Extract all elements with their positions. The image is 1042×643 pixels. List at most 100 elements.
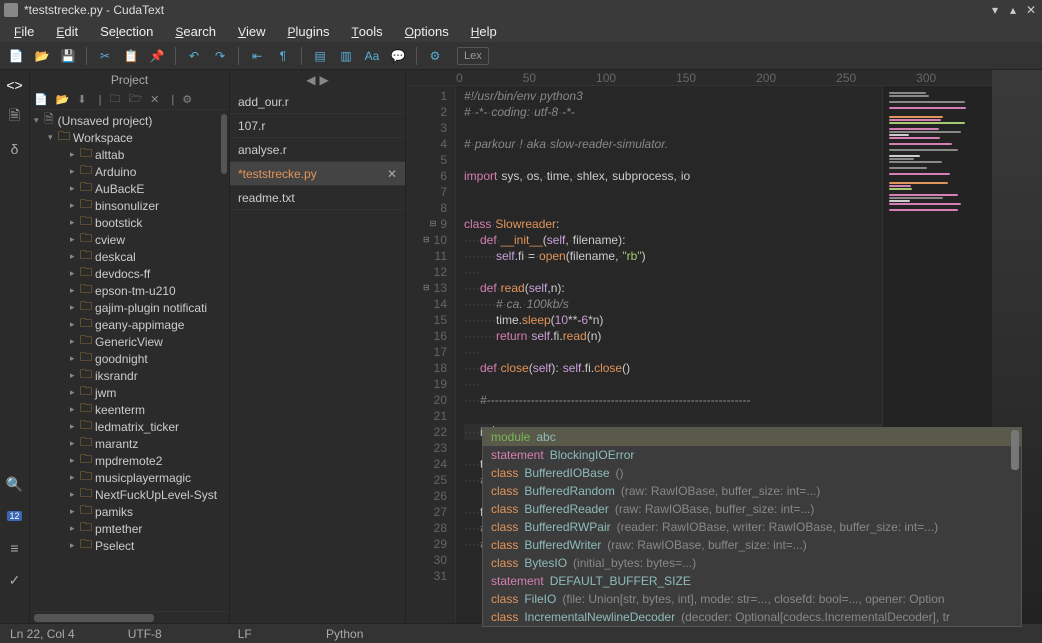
chevron-left-icon[interactable]: ◀: [306, 73, 315, 87]
tree-item[interactable]: ▸🗀jwm: [30, 384, 229, 401]
menubar: FileEditSelectionSearchViewPluginsToolsO…: [0, 20, 1042, 42]
chevron-right-icon[interactable]: ▶: [320, 73, 329, 87]
tree-item[interactable]: ▸🗀pamiks: [30, 503, 229, 520]
maximize-button[interactable]: ▴: [1006, 3, 1020, 17]
autocomplete-item[interactable]: statement DEFAULT_BUFFER_SIZE: [483, 572, 1021, 590]
comment-icon[interactable]: 💬: [388, 46, 408, 66]
menu-file[interactable]: File: [4, 22, 44, 41]
tree-item[interactable]: ▸🗀mpdremote2: [30, 452, 229, 469]
tree-item[interactable]: ▸🗀Pselect: [30, 537, 229, 554]
paste-icon[interactable]: 📌: [147, 46, 167, 66]
tree-item[interactable]: ▸🗀NextFuckUpLevel-Syst: [30, 486, 229, 503]
open-file-tab[interactable]: *teststrecke.py✕: [230, 162, 405, 186]
autocomplete-item[interactable]: class BufferedRWPair (reader: RawIOBase,…: [483, 518, 1021, 536]
minimap-icon[interactable]: ▤: [310, 46, 330, 66]
autocomplete-item[interactable]: class IncrementalNewlineDecoder (decoder…: [483, 608, 1021, 626]
tree-scrollbar[interactable]: [221, 114, 227, 174]
tree-item[interactable]: ▸🗀iksrandr: [30, 367, 229, 384]
tree-item[interactable]: ▸🗀keenterm: [30, 401, 229, 418]
undo-icon[interactable]: ↶: [184, 46, 204, 66]
autocomplete-scrollbar[interactable]: [1011, 430, 1019, 470]
gutter[interactable]: 12345678⊟9⊟101112⊟1314151617181920212223…: [406, 86, 456, 623]
tree-item[interactable]: ▾🗀Workspace: [30, 129, 229, 146]
sidebar-icon[interactable]: ▥: [336, 46, 356, 66]
autocomplete-popup[interactable]: module abc statement BlockingIOError cla…: [482, 427, 1022, 627]
autocomplete-item[interactable]: module abc: [483, 428, 1021, 446]
settings-icon[interactable]: ⚙: [425, 46, 445, 66]
menu-edit[interactable]: Edit: [46, 22, 88, 41]
tree-item[interactable]: ▸🗀Arduino: [30, 163, 229, 180]
save-icon[interactable]: 💾: [58, 46, 78, 66]
open-folder-icon[interactable]: 📂: [56, 93, 70, 106]
settings-icon[interactable]: ⚙: [182, 93, 192, 106]
menu-help[interactable]: Help: [461, 22, 507, 41]
remove-icon[interactable]: 🗁: [128, 90, 142, 109]
tree-item[interactable]: ▸🗀GenericView: [30, 333, 229, 350]
tree-item[interactable]: ▸🗀deskcal: [30, 248, 229, 265]
new-folder-icon[interactable]: 📄: [34, 93, 48, 106]
autocomplete-item[interactable]: class BufferedWriter (raw: RawIOBase, bu…: [483, 536, 1021, 554]
tree-item[interactable]: ▸🗀ledmatrix_ticker: [30, 418, 229, 435]
tree-item[interactable]: ▸🗀AuBackE: [30, 180, 229, 197]
autocomplete-item[interactable]: class BytesIO (initial_bytes: bytes=...): [483, 554, 1021, 572]
menu-selection[interactable]: Selection: [90, 22, 163, 41]
save-project-icon[interactable]: ⬇: [77, 93, 86, 106]
delta-icon[interactable]: δ: [6, 140, 24, 158]
close-button[interactable]: ✕: [1024, 3, 1038, 17]
tree-item[interactable]: ▸🗀marantz: [30, 435, 229, 452]
open-file-icon[interactable]: 📂: [32, 46, 52, 66]
open-file-tab[interactable]: readme.txt: [230, 186, 405, 210]
tree-item[interactable]: ▸🗀goodnight: [30, 350, 229, 367]
language[interactable]: Python: [315, 627, 375, 641]
code-tree-icon[interactable]: <>: [6, 76, 24, 94]
redo-icon[interactable]: ↷: [210, 46, 230, 66]
tree-hscroll[interactable]: [30, 611, 229, 623]
new-file-icon[interactable]: 📄: [6, 46, 26, 66]
tree-item[interactable]: ▸🗀alttab: [30, 146, 229, 163]
menu-tools[interactable]: Tools: [341, 22, 392, 41]
lexer-label[interactable]: Lex: [457, 47, 489, 65]
separator: [416, 47, 417, 65]
menu-plugins[interactable]: Plugins: [277, 22, 339, 41]
open-file-tab[interactable]: 107.r: [230, 114, 405, 138]
autocomplete-item[interactable]: statement BlockingIOError: [483, 446, 1021, 464]
line-ending[interactable]: LF: [215, 627, 275, 641]
encoding[interactable]: UTF-8: [115, 627, 175, 641]
autocomplete-item[interactable]: class BufferedIOBase (): [483, 464, 1021, 482]
minimize-button[interactable]: ▾: [988, 3, 1002, 17]
autocomplete-item[interactable]: class BufferedRandom (raw: RawIOBase, bu…: [483, 482, 1021, 500]
open-file-tab[interactable]: analyse.r: [230, 138, 405, 162]
menu-view[interactable]: View: [228, 22, 276, 41]
tree-item[interactable]: ▸🗀gajim-plugin notificati: [30, 299, 229, 316]
tree-item[interactable]: ▸🗀cview: [30, 231, 229, 248]
font-case-icon[interactable]: Aa: [362, 46, 382, 66]
tree-item[interactable]: ▸🗀binsonulizer: [30, 197, 229, 214]
file-list-panel: ◀ ▶ add_our.r107.ranalyse.r*teststrecke.…: [230, 70, 406, 623]
close-tab-icon[interactable]: ✕: [387, 167, 397, 181]
autocomplete-item[interactable]: class FileIO (file: Union[str, bytes, in…: [483, 590, 1021, 608]
check-icon[interactable]: ✓: [6, 571, 24, 589]
add-folder-icon[interactable]: 🗀: [109, 90, 120, 109]
tree-item[interactable]: ▸🗀pmtether: [30, 520, 229, 537]
editor: 0501001502002503003504004505005506006507…: [406, 70, 992, 623]
indent-icon[interactable]: ⇤: [247, 46, 267, 66]
cursor-position[interactable]: Ln 22, Col 4: [10, 627, 75, 641]
search-icon[interactable]: 🔍: [6, 475, 24, 493]
tree-item[interactable]: ▸🗀musicplayermagic: [30, 469, 229, 486]
menu-options[interactable]: Options: [395, 22, 459, 41]
tree-item[interactable]: ▸🗀devdocs-ff: [30, 265, 229, 282]
file-tree[interactable]: ▾🗎(Unsaved project)▾🗀Workspace▸🗀alttab▸🗀…: [30, 110, 229, 556]
tree-item[interactable]: ▸🗀geany-appimage: [30, 316, 229, 333]
autocomplete-item[interactable]: class BufferedReader (raw: RawIOBase, bu…: [483, 500, 1021, 518]
open-file-tab[interactable]: add_our.r: [230, 90, 405, 114]
delete-icon[interactable]: ✕: [150, 93, 159, 106]
project-icon[interactable]: 🗎: [6, 108, 24, 126]
tree-item[interactable]: ▸🗀epson-tm-u210: [30, 282, 229, 299]
output-icon[interactable]: 12: [6, 507, 24, 525]
tree-item[interactable]: ▸🗀bootstick: [30, 214, 229, 231]
unprinted-icon[interactable]: ¶: [273, 46, 293, 66]
copy-icon[interactable]: 📋: [121, 46, 141, 66]
cut-icon[interactable]: ✂: [95, 46, 115, 66]
menu-search[interactable]: Search: [165, 22, 226, 41]
validate-icon[interactable]: ≡: [6, 539, 24, 557]
